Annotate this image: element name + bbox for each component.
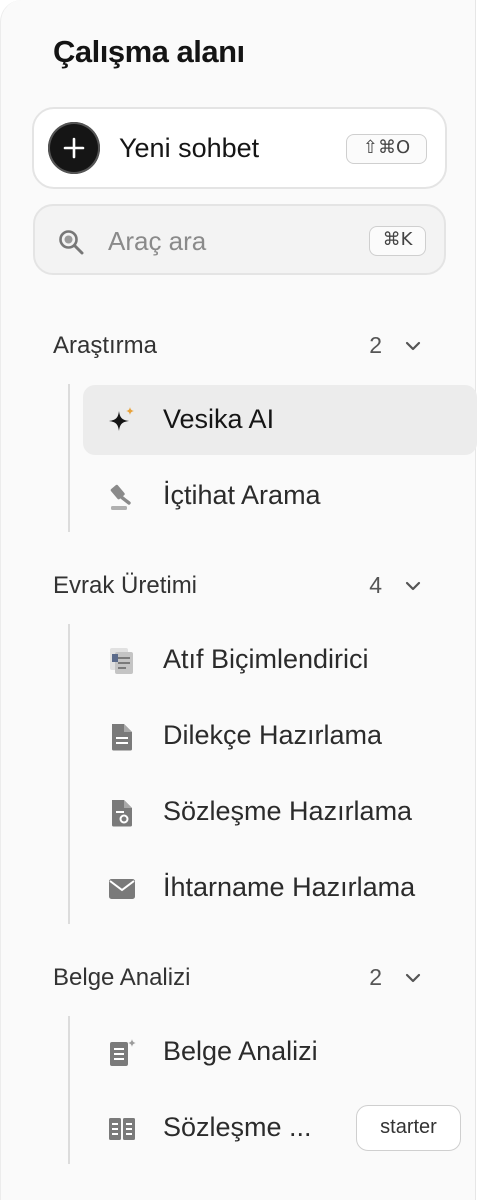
gavel-icon (107, 482, 137, 512)
search-placeholder: Araç ara (108, 226, 207, 256)
compare-documents-icon (107, 1114, 137, 1144)
tool-label: Sözleşme Hazırlama (163, 796, 413, 826)
page-title: Çalışma alanı (53, 34, 245, 69)
contract-document-icon (107, 798, 137, 828)
workspace-sidebar: Çalışma alanı Yeni sohbet ⇧⌘O Araç ara ⌘… (0, 0, 477, 1200)
chevron-down-icon[interactable] (403, 968, 423, 993)
tool-item-belge-analizi[interactable]: Belge Analizi (83, 1017, 477, 1087)
tool-label: İçtihat Arama (163, 480, 321, 510)
plan-badge: starter (356, 1105, 461, 1151)
section-header-arastirma[interactable]: Araştırma 2 (53, 330, 433, 366)
tool-label: Atıf Biçimlendirici (163, 644, 369, 674)
new-chat-label: Yeni sohbet (119, 133, 260, 163)
tool-label: Belge Analizi (163, 1036, 318, 1066)
plus-icon (48, 122, 100, 174)
search-shortcut: ⌘K (369, 226, 426, 256)
envelope-icon (107, 874, 137, 904)
section-name: Evrak Üretimi (53, 572, 198, 599)
tool-label: Vesika AI (163, 404, 275, 434)
new-chat-button[interactable]: Yeni sohbet ⇧⌘O (32, 107, 447, 189)
section-header-belge-analizi[interactable]: Belge Analizi 2 (53, 962, 433, 998)
section-count: 4 (369, 572, 382, 598)
chevron-down-icon[interactable] (403, 576, 423, 601)
section-header-evrak-uretimi[interactable]: Evrak Üretimi 4 (53, 570, 433, 606)
search-icon (57, 228, 85, 261)
document-stack-icon (107, 646, 137, 676)
chevron-down-icon[interactable] (403, 336, 423, 361)
tool-item-sozlesme-hazirlama[interactable]: Sözleşme Hazırlama (83, 777, 477, 847)
document-icon (107, 722, 137, 752)
tool-search-input[interactable]: Araç ara ⌘K (33, 204, 446, 275)
tool-item-ihtarname-hazirlama[interactable]: İhtarname Hazırlama (83, 853, 477, 923)
tool-item-ictihat-arama[interactable]: İçtihat Arama (83, 461, 477, 531)
tree-line (68, 1016, 70, 1164)
section-name: Belge Analizi (53, 964, 191, 991)
tool-label: Dilekçe Hazırlama (163, 720, 383, 750)
tool-item-atif-bicimlendirici[interactable]: Atıf Biçimlendirici (83, 625, 477, 695)
tool-label: İhtarname Hazırlama (163, 872, 416, 902)
tool-item-vesika-ai[interactable]: Vesika AI (83, 385, 477, 455)
tree-line (68, 624, 70, 924)
tool-item-dilekce-hazirlama[interactable]: Dilekçe Hazırlama (83, 701, 477, 771)
section-count: 2 (369, 332, 382, 358)
new-chat-shortcut: ⇧⌘O (346, 134, 427, 164)
section-name: Araştırma (53, 332, 158, 359)
tool-label: Sözleşme ... (163, 1112, 312, 1142)
document-sparkle-icon (107, 1038, 137, 1068)
section-count: 2 (369, 964, 382, 990)
tree-line (68, 384, 70, 532)
sparkle-icon (107, 406, 137, 436)
